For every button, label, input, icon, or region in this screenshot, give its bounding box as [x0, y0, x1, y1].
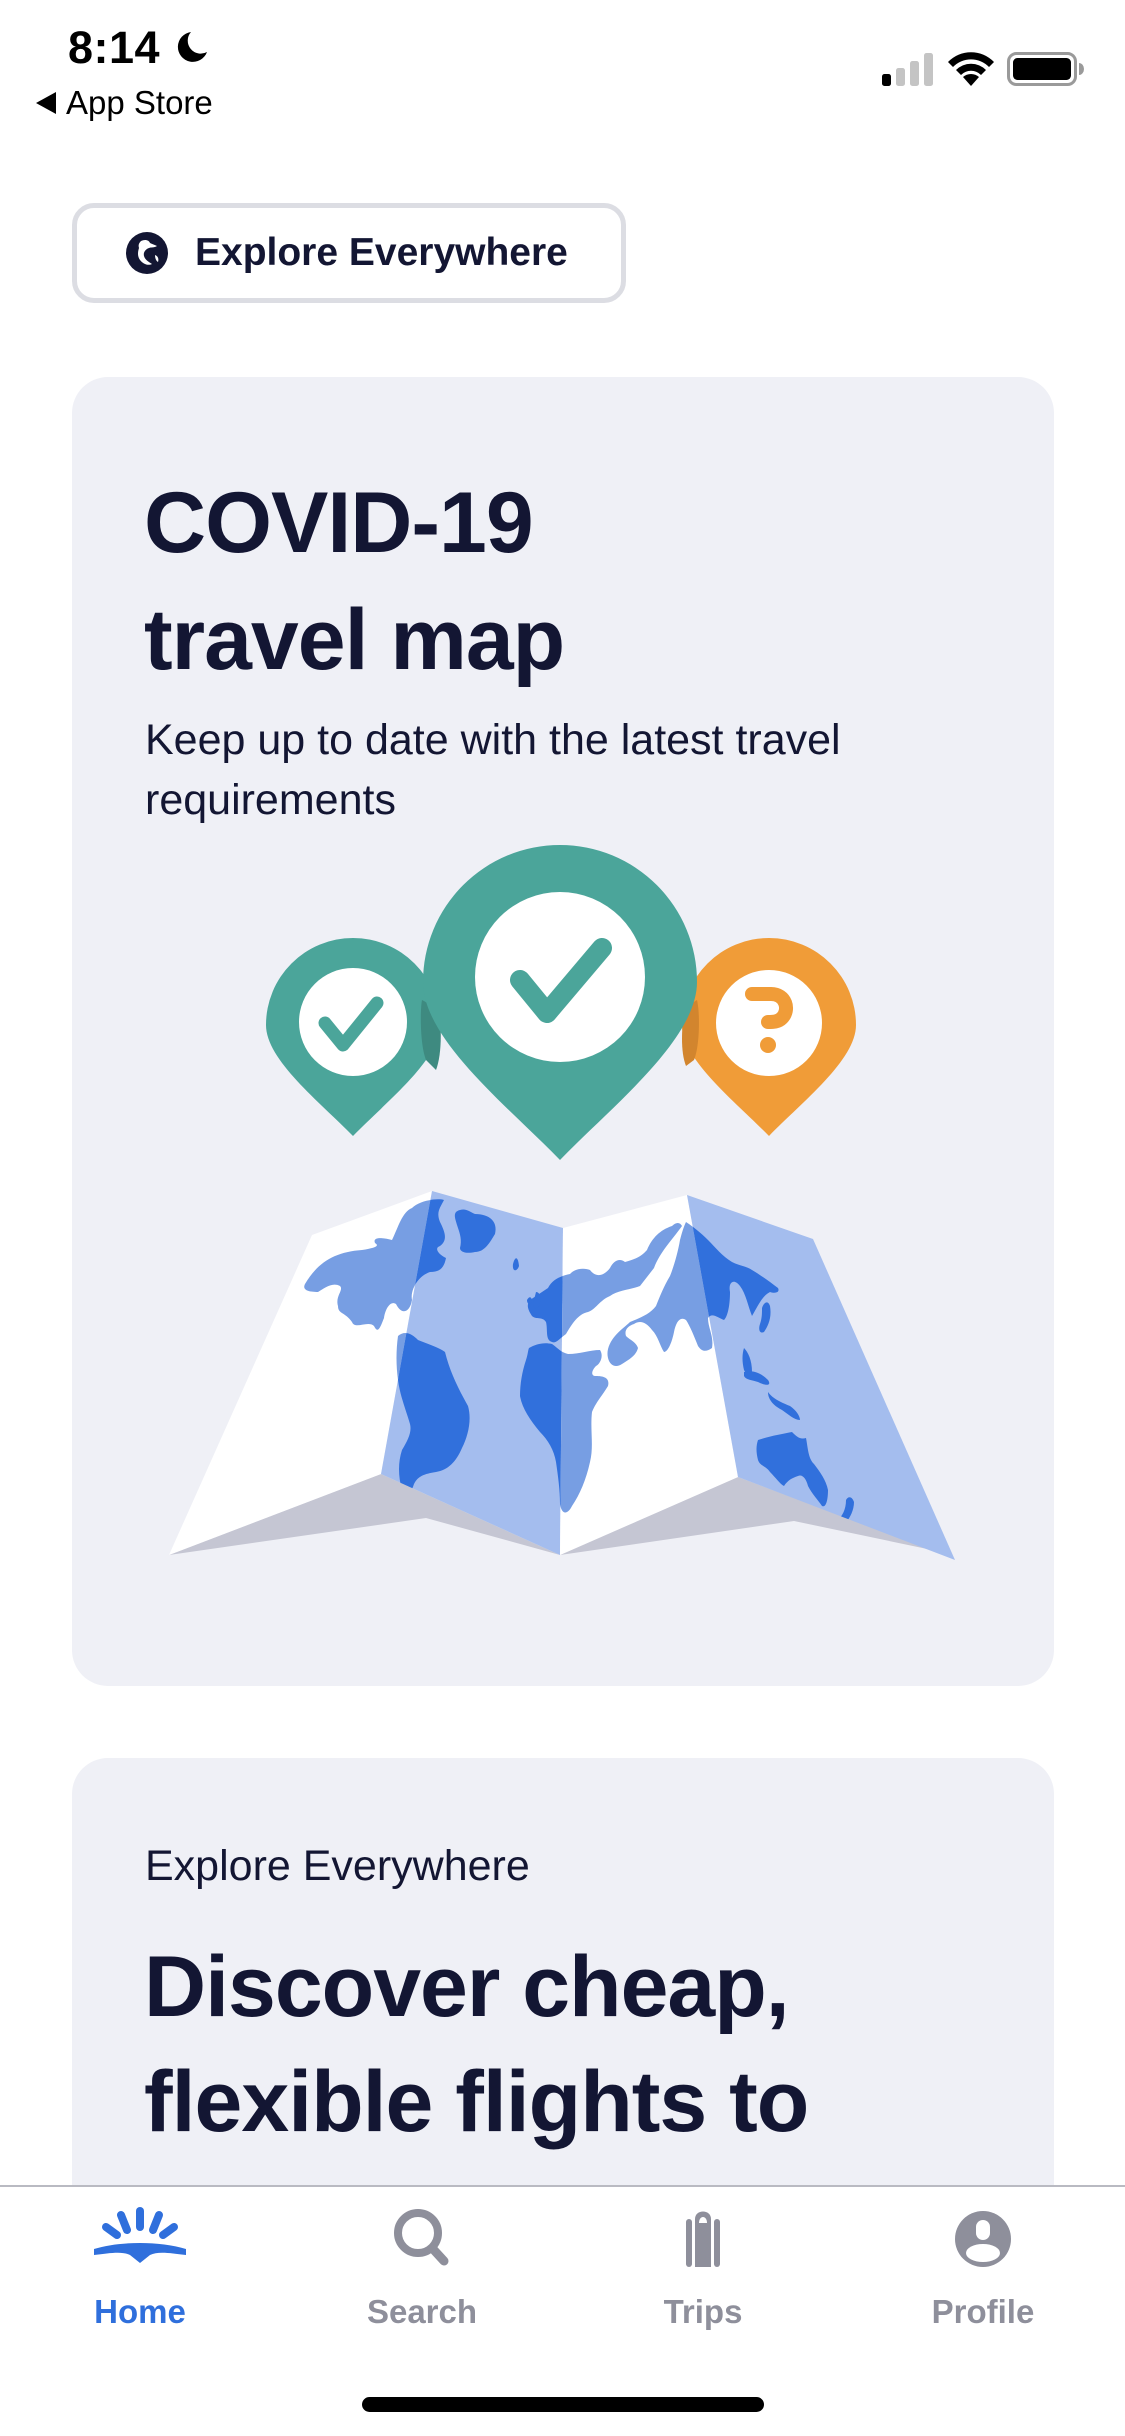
tab-profile-label: Profile: [931, 2293, 1035, 2330]
tab-search[interactable]: Search: [322, 2205, 522, 2335]
moon-icon: [177, 32, 207, 62]
home-indicator[interactable]: [362, 2397, 764, 2412]
tab-search-label: Search: [366, 2293, 478, 2330]
status-time: 8:14: [68, 22, 161, 73]
back-label: App Store: [66, 84, 213, 121]
explore-everywhere-button[interactable]: Explore Everywhere: [72, 203, 626, 303]
wifi-icon: [948, 52, 994, 86]
battery-icon: [1007, 52, 1084, 86]
search-icon: [394, 2209, 449, 2266]
covid-travel-map-card[interactable]: COVID-19 travel map Keep up to date with…: [72, 377, 1054, 1686]
tab-home-label: Home: [94, 2293, 186, 2330]
globe-icon: [126, 232, 168, 274]
pin-check-small-left: [266, 938, 440, 1136]
tab-profile[interactable]: Profile: [883, 2205, 1083, 2335]
back-to-app-store[interactable]: App Store: [36, 84, 213, 122]
back-arrow-icon: [36, 92, 56, 114]
luggage-icon: [686, 2211, 720, 2267]
explore-card-eyebrow: Explore Everywhere: [145, 1842, 530, 1890]
explore-everywhere-card[interactable]: Explore Everywhere Discover cheap, flexi…: [72, 1758, 1054, 2238]
covid-map-illustration: [169, 845, 955, 1560]
explore-everywhere-label: Explore Everywhere: [195, 231, 568, 274]
explore-card-heading: Discover cheap, flexible flights to: [144, 1939, 809, 2150]
tab-home[interactable]: Home: [40, 2205, 240, 2335]
tab-trips-label: Trips: [663, 2293, 743, 2330]
pin-check-large-center: [423, 845, 697, 1160]
profile-icon: [955, 2211, 1011, 2267]
signal-icon: [882, 53, 933, 86]
pin-question-right: [682, 938, 856, 1136]
tab-trips[interactable]: Trips: [603, 2205, 803, 2335]
home-sunrise-icon: [94, 2207, 186, 2263]
